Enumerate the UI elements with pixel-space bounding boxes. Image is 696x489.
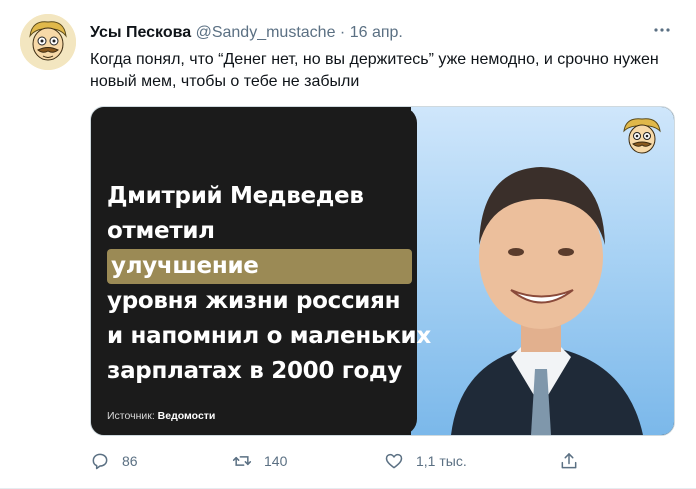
headline-line-2: отметил улучшение bbox=[107, 214, 412, 284]
news-headline: Дмитрий Медведев отметил улучшение уровн… bbox=[107, 179, 431, 389]
tweet-media[interactable]: Дмитрий Медведев отметил улучшение уровн… bbox=[90, 106, 675, 436]
share-icon bbox=[561, 453, 577, 469]
news-card: Дмитрий Медведев отметил улучшение уровн… bbox=[91, 107, 431, 435]
separator-dot: · bbox=[339, 24, 346, 41]
heart-icon bbox=[385, 453, 403, 469]
retweet-count: 140 bbox=[264, 453, 288, 469]
tweet-actions: 86 140 1,1 тыс. bbox=[90, 448, 590, 474]
like-count: 1,1 тыс. bbox=[416, 453, 467, 469]
like-button[interactable]: 1,1 тыс. bbox=[384, 448, 467, 474]
news-source: Источник: Ведомости bbox=[107, 410, 215, 422]
more-options-button[interactable] bbox=[648, 20, 676, 40]
source-label: Источник: bbox=[107, 410, 158, 422]
share-button[interactable] bbox=[559, 448, 591, 474]
user-handle[interactable]: @Sandy_mustache bbox=[196, 24, 336, 41]
headline-line-3: уровня жизни россиян bbox=[107, 288, 401, 314]
source-name: Ведомости bbox=[157, 410, 216, 422]
retweet-button[interactable]: 140 bbox=[232, 448, 287, 474]
media-photo bbox=[411, 107, 674, 435]
retweet-icon bbox=[232, 456, 252, 466]
tweet-header: Усы Пескова @Sandy_mustache · 16 апр. bbox=[90, 22, 676, 44]
headline-line-1: Дмитрий Медведев bbox=[107, 183, 364, 209]
headline-line-2-prefix: отметил bbox=[107, 218, 215, 244]
avatar[interactable] bbox=[20, 14, 76, 70]
reply-count: 86 bbox=[122, 453, 138, 469]
display-name[interactable]: Усы Пескова bbox=[90, 24, 191, 41]
mustache-logo-icon bbox=[623, 118, 661, 154]
reply-button[interactable]: 86 bbox=[90, 448, 138, 474]
highlighted-word: улучшение bbox=[107, 249, 412, 284]
more-horizontal-icon bbox=[654, 28, 670, 32]
reply-icon bbox=[92, 453, 108, 470]
tweet: Усы Пескова @Sandy_mustache · 16 апр. Ко… bbox=[0, 0, 696, 489]
mustache-cartoon-avatar bbox=[20, 14, 76, 70]
tweet-date[interactable]: 16 апр. bbox=[350, 24, 403, 41]
headline-line-4: и напомнил о маленьких bbox=[107, 323, 431, 349]
headline-line-5: зарплатах в 2000 году bbox=[107, 358, 402, 384]
tweet-text: Когда понял, что “Денег нет, но вы держи… bbox=[90, 51, 659, 90]
